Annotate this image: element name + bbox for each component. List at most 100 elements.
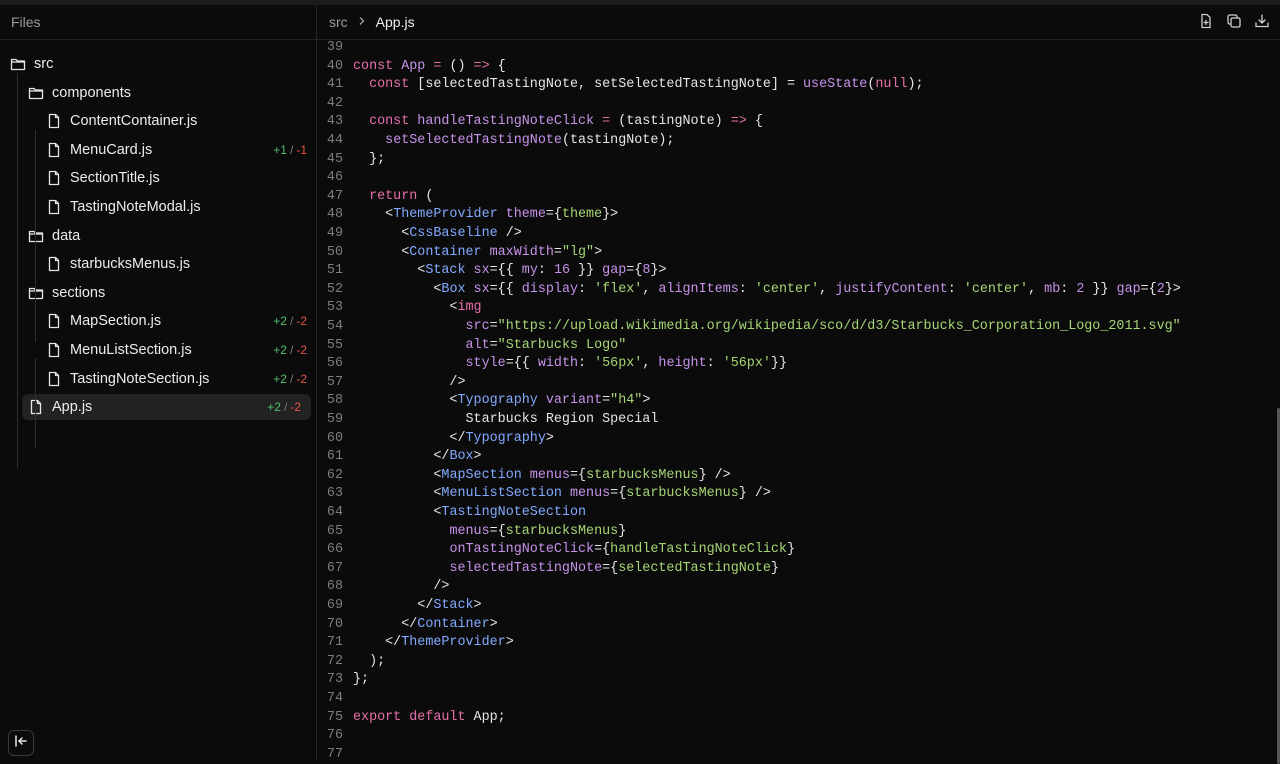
diff-badge: +2/-2 [267,400,301,414]
code-token: , [819,281,836,297]
line-number: 46 [326,170,343,186]
lines-removed: -2 [290,400,301,415]
code-line: 50 <Container maxWidth="lg"> [317,244,602,263]
line-number: 50 [326,244,343,260]
code-token: < [353,300,458,316]
code-token: ={{ [505,356,538,372]
code-token: return [369,188,418,204]
code-token: ={ [545,207,562,223]
code-line: 61 </Box> [317,448,482,467]
diff-badge: +2/-2 [273,343,307,357]
code-token: const [369,114,418,130]
file-icon [46,199,62,215]
tree-item-label: TastingNoteSection.js [70,370,210,387]
file-item[interactable]: ContentContainer.js [0,108,317,134]
code-token: </ [353,430,466,446]
tree-item-label: TastingNoteModal.js [70,199,201,215]
code-token: my [521,263,538,279]
code-token: "https://upload.wikimedia.org/wikipedia/… [497,319,1181,334]
file-item[interactable]: TastingNoteModal.js [0,194,317,220]
diff-badge: +2/-2 [273,372,307,386]
line-number: 61 [326,449,343,465]
code-token: }} [770,356,787,372]
code-token: handleTastingNoteClick [610,542,787,558]
code-line: 47 return ( [317,188,433,207]
folder-item[interactable]: sections [0,280,317,306]
file-item[interactable]: MapSection.js +2/-2 [0,308,317,334]
new-file-button[interactable] [1198,13,1214,29]
tree-item-label: starbucksMenus.js [70,256,191,273]
file-item[interactable]: MenuListSection.js +2/-2 [0,337,317,363]
file-icon [46,371,62,387]
lines-added: +2 [273,314,287,329]
file-item[interactable]: MenuCard.js +1/-1 [0,137,317,163]
line-number: 65 [326,523,343,539]
diff-separator: / [289,371,294,386]
line-number: 77 [326,746,343,762]
line-number: 59 [326,412,343,427]
code-token: > [545,430,554,446]
code-token: ThemeProvider [393,207,498,223]
code-token: > [473,598,482,613]
code-token: TastingNoteSection [441,505,587,520]
code-line: 40 const App = () => { [317,58,506,77]
code-token: = [602,393,611,409]
code-token: /> [497,226,522,241]
code-token: = [594,114,619,130]
code-token: }} [570,263,603,279]
code-line: 49 <CssBaseline /> [317,225,522,244]
file-item[interactable]: TastingNoteSection.js +2/-2 [0,366,317,392]
file-item[interactable]: SectionTitle.js [0,165,317,191]
tree-item-label: SectionTitle.js [70,170,160,187]
code-token: width [537,356,579,372]
file-icon [46,313,62,329]
copy-button[interactable] [1226,13,1242,29]
new-file-icon [1201,13,1211,29]
code-token: Starbucks Region Special [353,412,659,427]
code-token: selectedTastingNote [618,560,771,576]
diff-separator: / [289,343,294,357]
folder-icon [28,228,44,244]
file-item[interactable]: starbucksMenus.js [0,251,317,277]
code-token: > [489,616,498,632]
code-token: : [1060,281,1077,297]
collapse-sidebar-button[interactable] [8,730,34,756]
download-button[interactable] [1254,13,1270,29]
code-token: { [746,114,763,130]
code-token: mb [1044,281,1061,297]
file-item[interactable]: App.js +2/-2 [22,394,311,421]
tree-item-label: components [52,84,131,101]
code-token: }; [353,672,370,688]
tree-item-label: ContentContainer.js [70,113,198,130]
code-token: > [473,449,482,465]
code-line: 70 </Container> [317,616,498,635]
breadcrumb-folder[interactable]: src [329,14,348,30]
code-token: }> [1164,281,1181,297]
folder-item[interactable]: components [0,80,317,106]
chevron-right-icon [357,15,367,29]
code-token: 2 [1156,281,1165,297]
code-token: ={ [569,467,587,483]
line-number: 54 [326,319,343,334]
code-token: Box [441,281,466,297]
code-token: > [594,244,603,260]
code-token: ={ [602,560,619,576]
line-number: 69 [326,598,343,613]
line-number: 62 [326,467,343,483]
code-token: : [578,356,595,372]
folder-item[interactable]: src [0,51,317,77]
code-token: < [353,226,410,241]
code-token: style [465,356,506,372]
code-token: </ [353,598,434,613]
code-token: , [642,281,659,297]
line-number: 52 [326,281,343,297]
folder-icon [28,85,44,101]
file-icon [46,142,62,158]
code-token: Container [417,616,490,632]
folder-item[interactable]: data [0,223,317,249]
code-token: } /> [738,486,771,502]
